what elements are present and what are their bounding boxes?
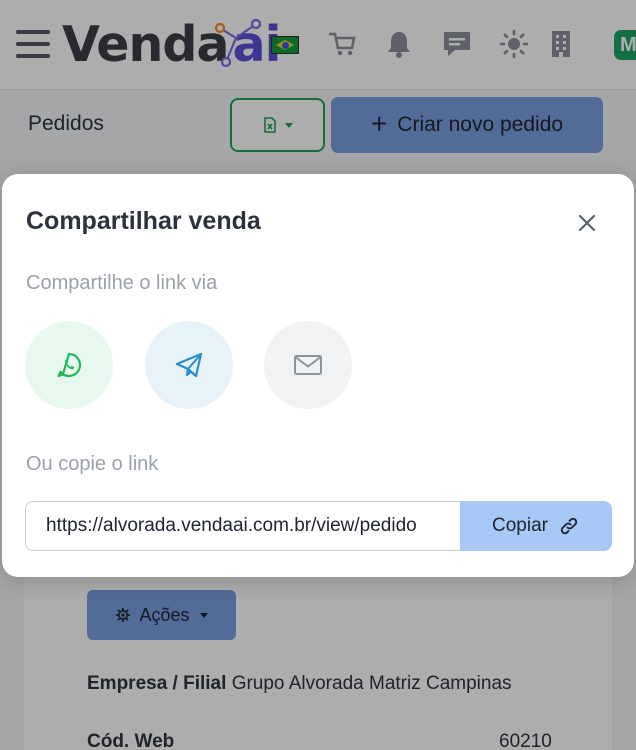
share-via-label: Compartilhe o link via bbox=[26, 272, 218, 294]
whatsapp-share-button[interactable] bbox=[25, 321, 113, 409]
telegram-share-button[interactable] bbox=[145, 321, 233, 409]
email-share-button[interactable] bbox=[264, 321, 352, 409]
share-link-input[interactable] bbox=[25, 501, 460, 551]
telegram-icon bbox=[175, 352, 203, 378]
link-input-group: Copiar bbox=[25, 501, 612, 551]
share-modal: Compartilhar venda Compartilhe o link vi… bbox=[2, 174, 634, 577]
copy-label: Copiar bbox=[492, 515, 548, 536]
link-icon bbox=[560, 517, 578, 535]
copy-link-label: Ou copie o link bbox=[26, 453, 159, 475]
whatsapp-icon bbox=[57, 352, 82, 378]
close-icon[interactable] bbox=[572, 208, 602, 238]
modal-title: Compartilhar venda bbox=[26, 207, 261, 235]
email-icon bbox=[294, 355, 322, 375]
copy-button[interactable]: Copiar bbox=[460, 501, 612, 551]
